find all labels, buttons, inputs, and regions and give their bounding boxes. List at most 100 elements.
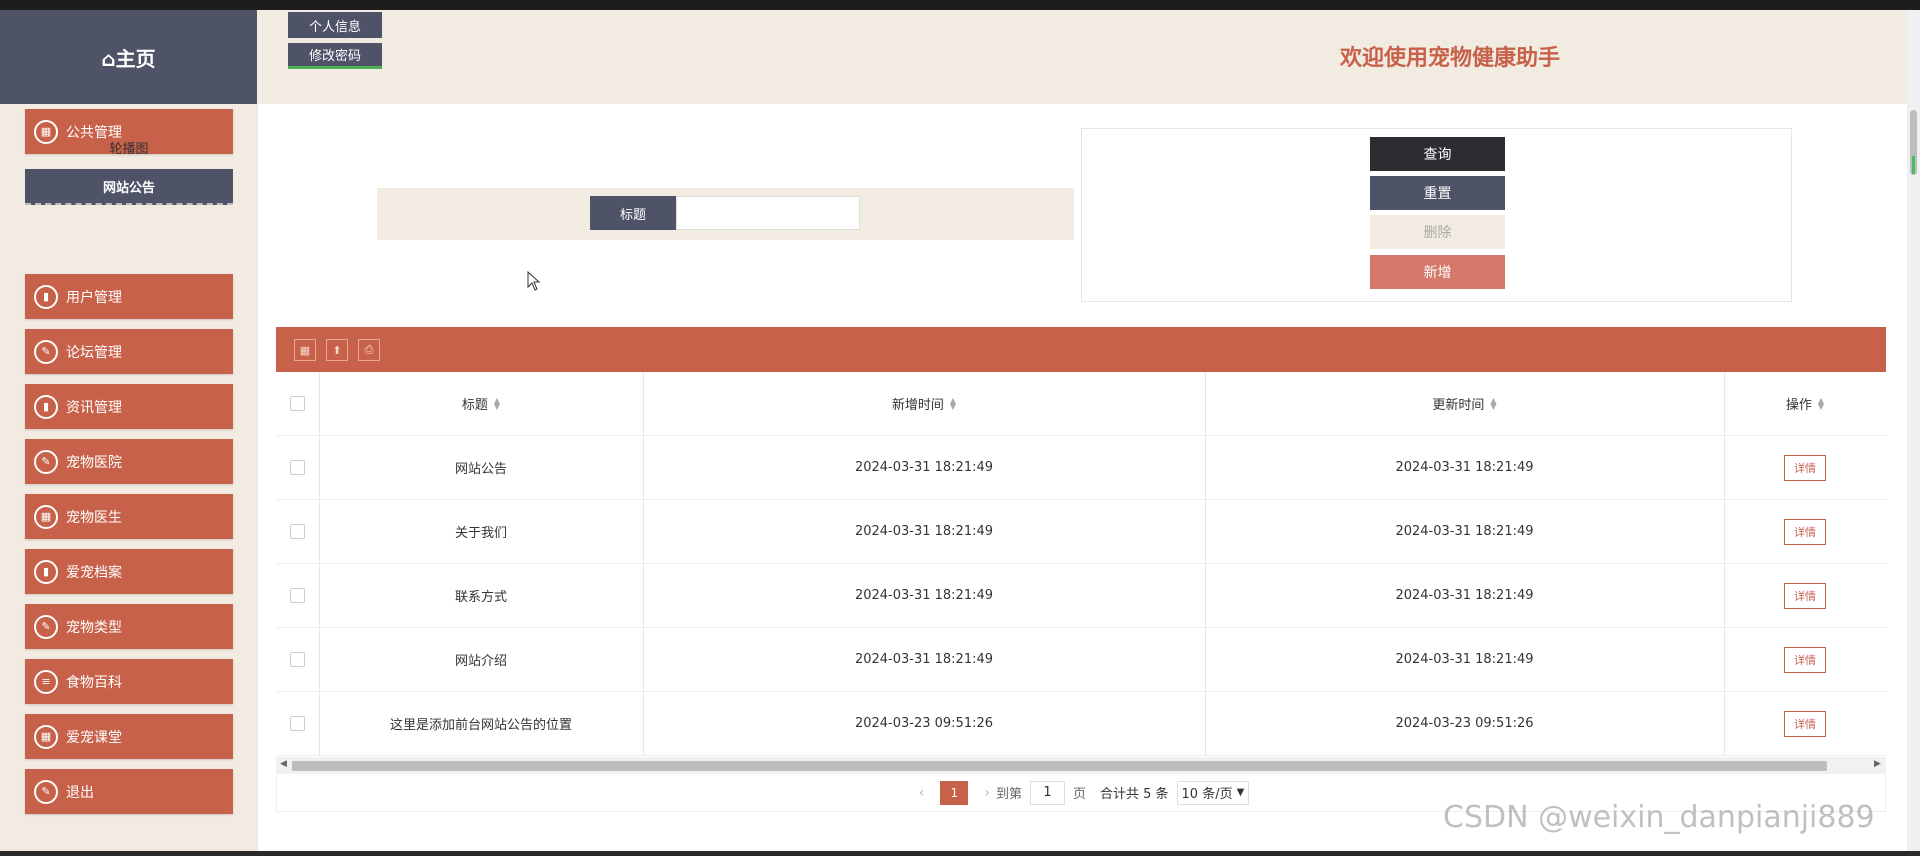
table-horizontal-scrollbar[interactable]: ◀ ▶ xyxy=(276,757,1886,774)
select-all-cell xyxy=(276,372,319,435)
sidebar-item-doctor[interactable]: ▦ 宠物医生 xyxy=(25,494,233,539)
sidebar-item-news[interactable]: ▮ 资讯管理 xyxy=(25,384,233,429)
edit-icon: ✎ xyxy=(34,614,58,639)
sidebar-item-hospital[interactable]: ✎ 宠物医院 xyxy=(25,439,233,484)
table-row: 这里是添加前台网站公告的位置 2024-03-23 09:51:26 2024-… xyxy=(276,692,1886,756)
home-link[interactable]: ⌂主页 xyxy=(0,10,257,104)
chart-icon: ▮ xyxy=(34,559,58,584)
sort-icon[interactable]: ▲ ▼ xyxy=(950,396,956,410)
scrollbar-thumb[interactable] xyxy=(1910,110,1917,175)
cell-actions: 详情 xyxy=(1724,436,1886,499)
column-label: 新增时间 xyxy=(891,398,944,413)
subitem-announcement[interactable]: 网站公告 xyxy=(25,169,233,205)
delete-button[interactable]: 删除 xyxy=(1370,215,1505,249)
window-top-bar xyxy=(0,0,1920,10)
window-bottom-bar xyxy=(0,851,1920,856)
prev-page-icon[interactable]: ‹ xyxy=(919,785,925,801)
column-header-updated[interactable]: 更新时间 ▲ ▼ xyxy=(1205,372,1724,435)
detail-button[interactable]: 详情 xyxy=(1784,454,1826,481)
row-checkbox[interactable] xyxy=(290,588,305,603)
sort-icon[interactable]: ▲ ▼ xyxy=(494,396,500,410)
table-toolbar: ▦ ⬆ ⎙ xyxy=(276,327,1886,372)
sidebar-item-forum[interactable]: ✎ 论坛管理 xyxy=(25,329,233,374)
cell-actions: 详情 xyxy=(1724,628,1886,691)
page-unit-label: 页 xyxy=(1072,787,1086,802)
detail-button[interactable]: 详情 xyxy=(1784,518,1826,545)
table-row: 网站公告 2024-03-31 18:21:49 2024-03-31 18:2… xyxy=(276,436,1886,500)
sidebar-item-label: 资讯管理 xyxy=(66,399,122,416)
goto-page-input[interactable]: 1 xyxy=(1029,780,1065,805)
table-header: 标题 ▲ ▼ 新增时间 ▲ ▼ 更新时间 ▲ ▼ 操作 ▲ ▼ xyxy=(276,372,1886,436)
change-password-button[interactable]: 修改密码 xyxy=(288,43,382,69)
export-icon[interactable]: ⬆ xyxy=(326,339,348,361)
row-checkbox[interactable] xyxy=(290,524,305,539)
row-checkbox[interactable] xyxy=(290,652,305,667)
cell-actions: 详情 xyxy=(1724,692,1886,755)
chart-icon: ▮ xyxy=(34,284,58,309)
profile-button[interactable]: 个人信息 xyxy=(288,12,382,38)
next-page-icon[interactable]: › xyxy=(984,785,990,801)
subitem-label: 轮播图 xyxy=(109,141,149,157)
print-icon[interactable]: ⎙ xyxy=(358,339,380,361)
sidebar-item-pet-types[interactable]: ✎ 宠物类型 xyxy=(25,604,233,649)
cell-title: 关于我们 xyxy=(454,526,507,541)
sidebar-item-food[interactable]: ≡ 食物百科 xyxy=(25,659,233,704)
cell-updated: 2024-03-23 09:51:26 xyxy=(1395,716,1534,731)
sidebar-item-logout[interactable]: ✎ 退出 xyxy=(25,769,233,814)
page-number-current[interactable]: 1 xyxy=(940,780,969,805)
search-panel: 标题 xyxy=(377,188,1074,240)
edit-icon: ✎ xyxy=(34,449,58,474)
row-select-cell xyxy=(276,692,319,755)
cell-title: 联系方式 xyxy=(454,590,507,605)
cell-updated: 2024-03-31 18:21:49 xyxy=(1395,652,1534,667)
sidebar-item-label: 爱宠档案 xyxy=(66,564,122,581)
row-checkbox[interactable] xyxy=(290,460,305,475)
row-select-cell xyxy=(276,628,319,691)
reset-button[interactable]: 重置 xyxy=(1370,176,1505,210)
page-size-select[interactable]: 10 条/页 ▼ xyxy=(1176,780,1250,805)
calendar-icon: ▦ xyxy=(34,724,58,749)
select-all-checkbox[interactable] xyxy=(290,396,305,411)
title-search-input[interactable] xyxy=(676,196,860,230)
cell-title: 网站介绍 xyxy=(454,654,507,669)
page-size-value: 10 条/页 xyxy=(1181,787,1233,802)
page-scrollbar[interactable] xyxy=(1907,10,1920,851)
add-button[interactable]: 新增 xyxy=(1370,255,1505,289)
table-row: 关于我们 2024-03-31 18:21:49 2024-03-31 18:2… xyxy=(276,500,1886,564)
scrollbar-thumb[interactable] xyxy=(292,761,1827,771)
cell-created: 2024-03-31 18:21:49 xyxy=(854,588,994,603)
row-select-cell xyxy=(276,436,319,499)
query-button[interactable]: 查询 xyxy=(1370,137,1505,171)
scroll-left-icon[interactable]: ◀ xyxy=(280,759,287,769)
sidebar-item-label: 宠物医生 xyxy=(66,509,122,526)
row-checkbox[interactable] xyxy=(290,716,305,731)
detail-button[interactable]: 详情 xyxy=(1784,646,1826,673)
columns-icon[interactable]: ▦ xyxy=(294,339,316,361)
column-header-created[interactable]: 新增时间 ▲ ▼ xyxy=(643,372,1205,435)
scroll-right-icon[interactable]: ▶ xyxy=(1874,759,1881,769)
sort-icon[interactable]: ▲ ▼ xyxy=(1490,396,1496,410)
watermark-text: CSDN @weixin_danpianji889 xyxy=(1443,800,1875,835)
goto-label: 到第 xyxy=(995,787,1022,802)
data-table: 标题 ▲ ▼ 新增时间 ▲ ▼ 更新时间 ▲ ▼ 操作 ▲ ▼ 网站公告 2024-03-31 … xyxy=(276,372,1886,756)
cell-actions: 详情 xyxy=(1724,564,1886,627)
action-panel: 查询 重置 删除 新增 xyxy=(1081,128,1792,302)
sort-icon[interactable]: ▲ ▼ xyxy=(1818,396,1824,410)
sidebar-item-users[interactable]: ▮ 用户管理 xyxy=(25,274,233,319)
subitem-label: 网站公告 xyxy=(102,180,155,196)
sidebar-item-pet-records[interactable]: ▮ 爱宠档案 xyxy=(25,549,233,594)
sidebar-item-class[interactable]: ▦ 爱宠课堂 xyxy=(25,714,233,759)
detail-button[interactable]: 详情 xyxy=(1784,710,1826,737)
cell-title: 网站公告 xyxy=(454,462,507,477)
sidebar-item-label: 退出 xyxy=(66,784,94,801)
cell-created: 2024-03-23 09:51:26 xyxy=(854,716,994,731)
calendar-icon: ▦ xyxy=(34,504,58,529)
column-label: 标题 xyxy=(461,398,488,413)
detail-button[interactable]: 详情 xyxy=(1784,582,1826,609)
chart-icon: ▮ xyxy=(34,394,58,419)
subitem-carousel[interactable]: 轮播图 xyxy=(25,129,233,165)
column-header-actions[interactable]: 操作 ▲ ▼ xyxy=(1724,372,1886,435)
column-header-title[interactable]: 标题 ▲ ▼ xyxy=(319,372,643,435)
welcome-title: 欢迎使用宠物健康助手 xyxy=(1340,46,1561,71)
sidebar-item-label: 宠物医院 xyxy=(66,454,122,471)
